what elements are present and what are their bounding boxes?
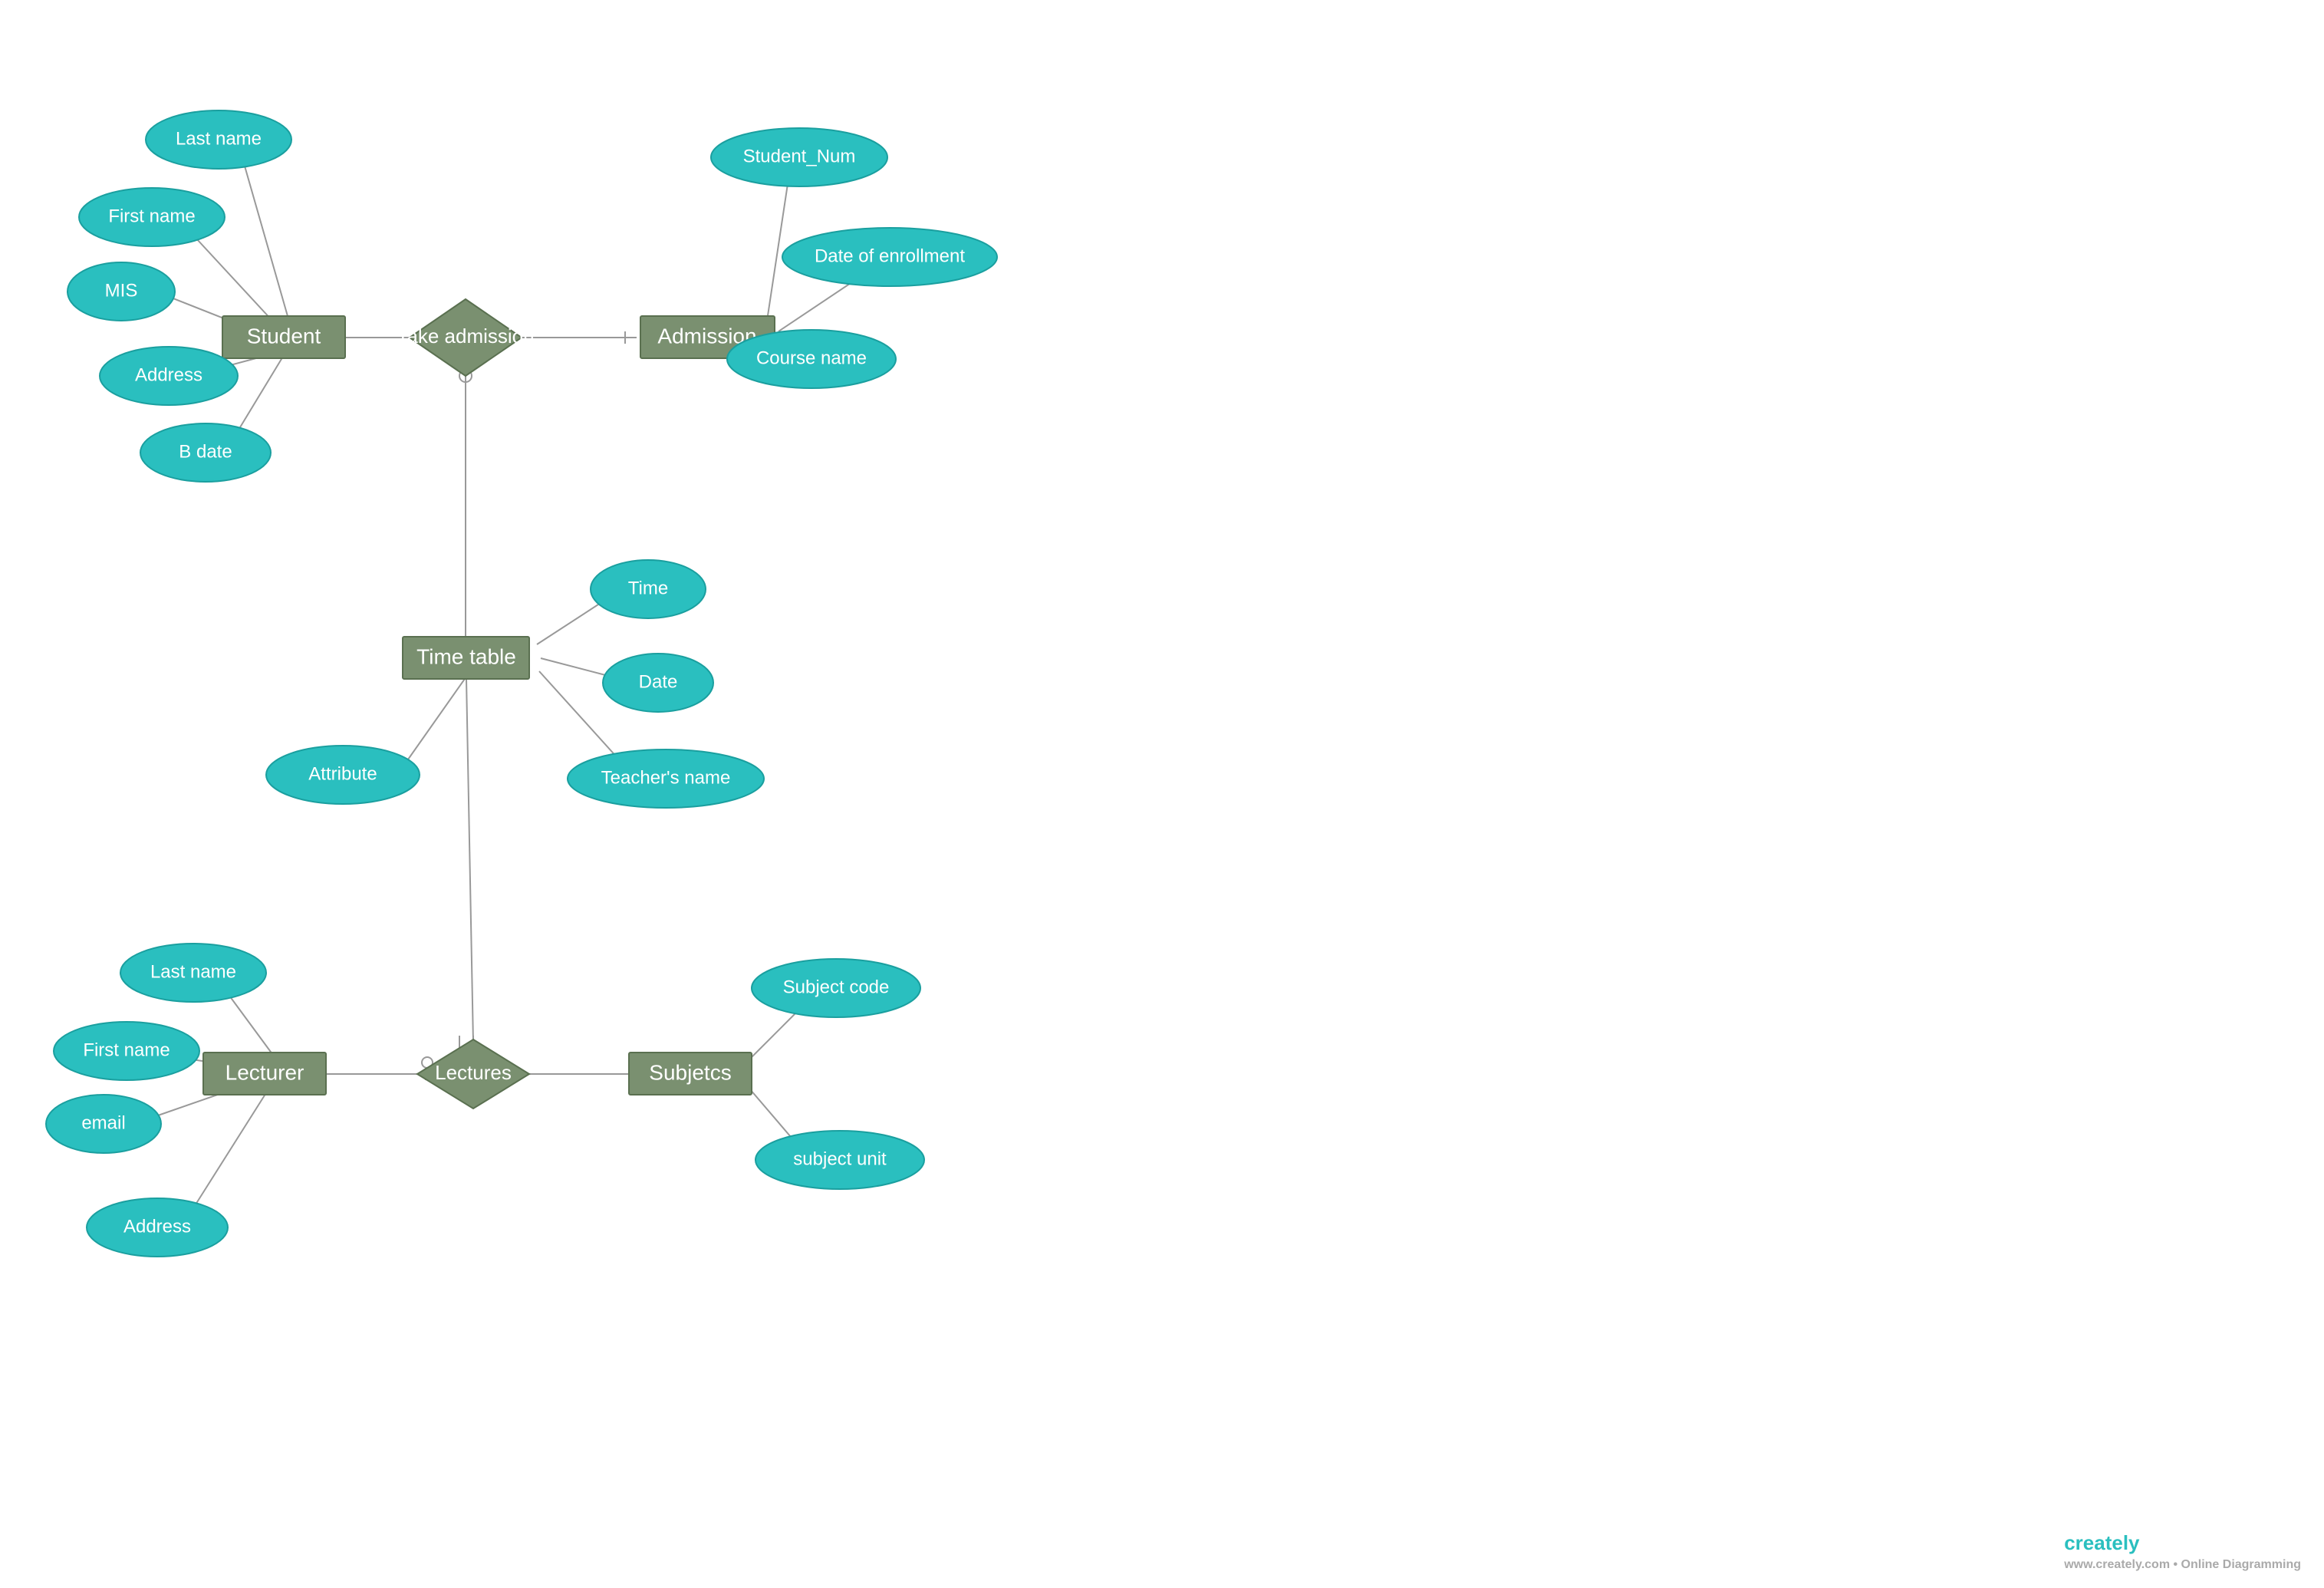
brand-name: creately — [2064, 1531, 2139, 1554]
attr-date-text: Date — [639, 671, 678, 692]
attr-last-name-student-text: Last name — [176, 128, 262, 149]
attr-attribute-text: Attribute — [308, 763, 377, 784]
take-admission-label: Take admission — [397, 325, 534, 348]
attr-email-text: email — [81, 1112, 125, 1133]
timetable-label: Time table — [416, 644, 516, 668]
attr-first-name-student-text: First name — [108, 206, 195, 226]
attr-address-lecturer-text: Address — [123, 1216, 191, 1237]
attr-student-num-text: Student_Num — [743, 146, 856, 166]
attr-last-name-lecturer-text: Last name — [150, 961, 236, 982]
er-diagram: Take admission Student Admission Time ta… — [0, 0, 2324, 1588]
watermark: creately www.creately.com • Online Diagr… — [2064, 1531, 2301, 1573]
attr-time-text: Time — [628, 578, 668, 598]
attr-address-student-text: Address — [135, 364, 202, 385]
attr-first-name-lecturer-text: First name — [83, 1039, 170, 1060]
lecturer-label: Lecturer — [225, 1060, 304, 1084]
lectures-diamond-label: Lectures — [435, 1061, 512, 1084]
attr-subject-code-text: Subject code — [783, 977, 890, 997]
attr-mis-text: MIS — [105, 280, 138, 301]
attr-subject-unit-text: subject unit — [793, 1148, 887, 1169]
attr-course-name-text: Course name — [756, 348, 867, 368]
student-label: Student — [247, 324, 321, 348]
subjetcs-label: Subjetcs — [649, 1060, 731, 1084]
attr-bdate-text: B date — [179, 441, 232, 462]
attr-date-enrollment-text: Date of enrollment — [815, 245, 965, 266]
attr-teachers-name-text: Teacher's name — [601, 767, 731, 788]
brand-sub: www.creately.com • Online Diagramming — [2064, 1558, 2301, 1571]
